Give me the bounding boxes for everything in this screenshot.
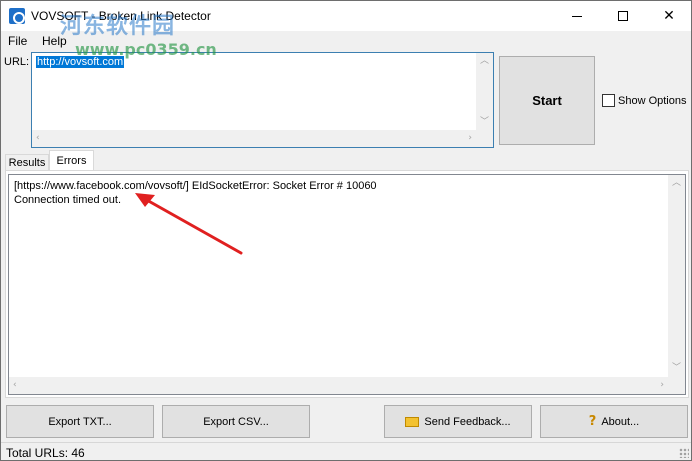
- minimize-icon: [572, 15, 582, 17]
- send-feedback-label: Send Feedback...: [424, 415, 511, 428]
- tab-results[interactable]: Results: [5, 154, 49, 171]
- url-vertical-scrollbar[interactable]: ︿ ﹀: [476, 53, 493, 131]
- about-label: About...: [601, 415, 640, 428]
- show-options-toggle[interactable]: Show Options: [602, 94, 686, 107]
- export-csv-button[interactable]: Export CSV...: [162, 405, 310, 438]
- scroll-left-icon[interactable]: ‹: [36, 134, 40, 143]
- close-button[interactable]: ✕: [646, 1, 692, 31]
- url-horizontal-scrollbar[interactable]: ‹ ›: [32, 130, 476, 147]
- start-button[interactable]: Start: [499, 56, 595, 145]
- app-icon: [9, 8, 25, 24]
- errors-log[interactable]: [https://www.facebook.com/vovsoft/] EIdS…: [8, 174, 686, 395]
- scroll-right-icon[interactable]: ›: [468, 134, 472, 143]
- scroll-corner: [476, 130, 493, 147]
- maximize-button[interactable]: [600, 1, 646, 31]
- question-icon: ?: [588, 414, 597, 429]
- scroll-down-icon[interactable]: ﹀: [672, 364, 681, 373]
- menu-help[interactable]: Help: [42, 34, 67, 48]
- main-window: VOVSOFT - Broken Link Detector ✕ File He…: [0, 0, 692, 461]
- close-icon: ✕: [663, 8, 675, 24]
- log-horizontal-scrollbar[interactable]: ‹ ›: [9, 377, 668, 394]
- total-urls-status: Total URLs: 46: [6, 446, 85, 460]
- show-options-checkbox[interactable]: [602, 94, 615, 107]
- scroll-down-icon[interactable]: ﹀: [480, 118, 489, 127]
- tab-errors[interactable]: Errors: [49, 150, 94, 171]
- send-feedback-button[interactable]: Send Feedback...: [384, 405, 532, 438]
- url-label: URL:: [4, 56, 30, 68]
- log-line: Connection timed out.: [14, 194, 122, 206]
- show-options-label[interactable]: Show Options: [618, 95, 686, 107]
- scroll-up-icon[interactable]: ︿: [672, 179, 681, 188]
- envelope-icon: [405, 416, 420, 427]
- menu-file[interactable]: File: [8, 34, 27, 48]
- window-title: VOVSOFT - Broken Link Detector: [31, 9, 211, 23]
- resize-grip-icon[interactable]: [679, 448, 689, 458]
- scroll-left-icon[interactable]: ‹: [13, 381, 17, 390]
- url-input[interactable]: http://vovsoft.com ︿ ﹀ ‹ ›: [31, 52, 494, 148]
- status-bar: Total URLs: 46: [1, 442, 691, 460]
- about-button[interactable]: ? About...: [540, 405, 688, 438]
- errors-panel: [https://www.facebook.com/vovsoft/] EIdS…: [5, 170, 689, 398]
- export-txt-button[interactable]: Export TXT...: [6, 405, 154, 438]
- scroll-up-icon[interactable]: ︿: [480, 57, 489, 66]
- scroll-right-icon[interactable]: ›: [660, 381, 664, 390]
- scroll-corner: [668, 377, 685, 394]
- url-value[interactable]: http://vovsoft.com: [36, 56, 125, 68]
- maximize-icon: [618, 11, 628, 21]
- title-bar[interactable]: VOVSOFT - Broken Link Detector ✕: [1, 1, 691, 31]
- log-line: [https://www.facebook.com/vovsoft/] EIdS…: [14, 180, 377, 192]
- minimize-button[interactable]: [554, 1, 600, 31]
- log-vertical-scrollbar[interactable]: ︿ ﹀: [668, 175, 685, 377]
- menu-bar: File Help: [1, 31, 691, 51]
